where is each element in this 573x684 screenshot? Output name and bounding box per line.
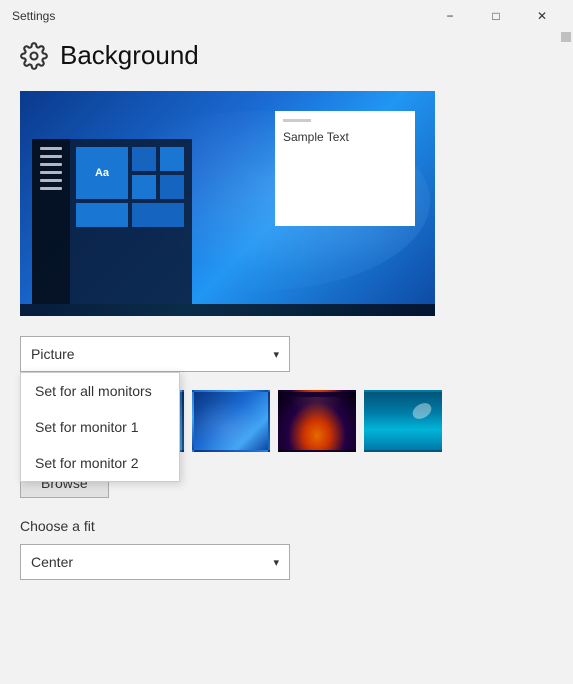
preview-sidebar — [32, 139, 70, 304]
preview-tile-medium — [132, 203, 184, 227]
tile-row-2 — [76, 203, 186, 227]
scrollbar[interactable] — [559, 0, 573, 684]
textbox-titlebar — [283, 119, 311, 122]
preview-tile-small — [132, 147, 156, 171]
menu-item-all-monitors[interactable]: Set for all monitors — [21, 373, 179, 409]
preview-tile-small — [160, 175, 184, 199]
small-tiles-2 — [160, 147, 184, 199]
picture-type-dropdown[interactable]: Picture ▾ — [20, 336, 290, 372]
thumbnail-underwater[interactable] — [364, 390, 442, 452]
preview-startmenu: Aa — [32, 139, 192, 304]
gear-icon — [20, 42, 48, 70]
fit-dropdown[interactable]: Center ▾ — [20, 544, 290, 580]
preview-tile-aa: Aa — [76, 147, 128, 199]
sidebar-line — [40, 163, 62, 166]
menu-item-monitor-2[interactable]: Set for monitor 2 — [21, 445, 179, 481]
picture-type-row: Picture ▾ Set for all monitors Set for m… — [20, 336, 553, 372]
sample-text: Sample Text — [283, 130, 407, 144]
sidebar-line — [40, 171, 62, 174]
sidebar-line — [40, 155, 62, 158]
window-controls: − □ ✕ — [427, 0, 565, 32]
background-preview: Aa Sample Text — [20, 91, 435, 316]
preview-tile-small — [160, 147, 184, 171]
sidebar-line — [40, 147, 62, 150]
small-tiles — [132, 147, 156, 199]
dropdown-menu: Set for all monitors Set for monitor 1 S… — [20, 372, 180, 482]
thumbnail-night-sky[interactable] — [278, 390, 356, 452]
preview-tiles: Aa — [70, 139, 192, 304]
preview-taskbar — [20, 304, 435, 316]
tile-row: Aa — [76, 147, 186, 199]
dropdown-value: Picture — [31, 346, 75, 362]
close-button[interactable]: ✕ — [519, 0, 565, 32]
fit-section-label: Choose a fit — [20, 518, 553, 534]
sidebar-line — [40, 179, 62, 182]
app-title: Settings — [12, 9, 55, 23]
menu-item-monitor-1[interactable]: Set for monitor 1 — [21, 409, 179, 445]
page-title: Background — [60, 40, 199, 71]
main-content: Background Aa — [0, 32, 573, 600]
preview-textbox: Sample Text — [275, 111, 415, 226]
minimize-button[interactable]: − — [427, 0, 473, 32]
dropdown-arrow-icon: ▾ — [273, 348, 279, 361]
preview-tile-medium — [76, 203, 128, 227]
sidebar-line — [40, 187, 62, 190]
titlebar: Settings − □ ✕ — [0, 0, 573, 32]
thumbnail-windows-default[interactable] — [192, 390, 270, 452]
fit-dropdown-arrow-icon: ▾ — [273, 556, 279, 569]
page-header: Background — [20, 40, 553, 71]
maximize-button[interactable]: □ — [473, 0, 519, 32]
fit-dropdown-value: Center — [31, 554, 73, 570]
preview-tile-small — [132, 175, 156, 199]
